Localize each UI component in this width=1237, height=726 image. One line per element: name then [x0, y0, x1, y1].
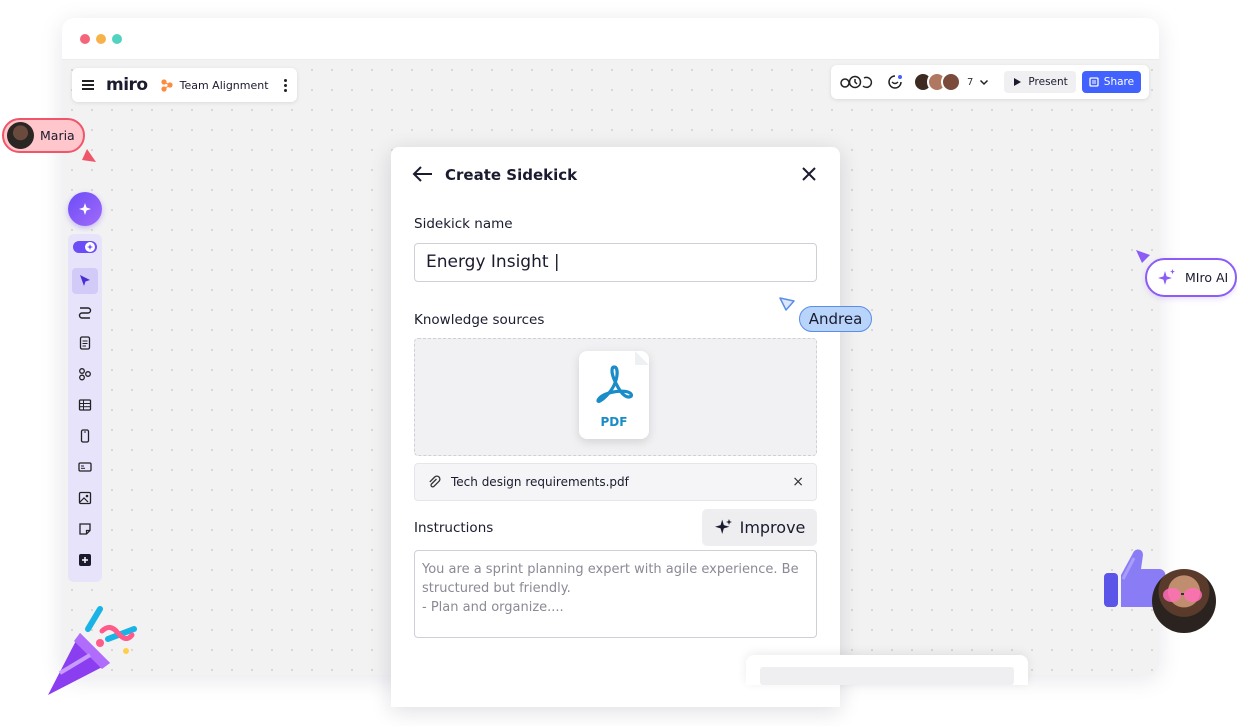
board-name[interactable]: Team Alignment: [180, 79, 269, 92]
table-tool[interactable]: [72, 392, 98, 418]
pdf-label: PDF: [600, 415, 628, 429]
paperclip-icon: [429, 475, 441, 488]
window-maximize-dot[interactable]: [112, 34, 122, 44]
chevron-down-icon[interactable]: [978, 76, 990, 88]
dialog-title: Create Sidekick: [445, 166, 578, 184]
present-button[interactable]: Present: [1004, 71, 1076, 93]
close-icon[interactable]: [800, 165, 818, 183]
sticky-note-tool[interactable]: [72, 516, 98, 542]
share-icon: [1089, 77, 1099, 87]
image-icon: [78, 491, 92, 505]
cursor-name-andrea: Andrea: [808, 310, 863, 328]
pdf-file-card: PDF: [579, 351, 649, 439]
pdf-icon: [596, 365, 633, 403]
diagram-tool[interactable]: [72, 361, 98, 387]
sidekick-name-label: Sidekick name: [414, 216, 513, 232]
ai-assistant-button[interactable]: [68, 192, 102, 226]
improve-button[interactable]: Improve: [702, 509, 817, 546]
avatar: [941, 72, 961, 92]
cursor-tag-miro-ai: MIro AI: [1145, 258, 1237, 297]
play-icon: [1014, 78, 1022, 86]
knowledge-dropzone[interactable]: PDF: [414, 338, 817, 456]
sparkle-icon: [1158, 268, 1175, 285]
sidekick-name-input[interactable]: Energy Insight |: [414, 243, 817, 282]
frame-tool[interactable]: [72, 423, 98, 449]
present-label: Present: [1028, 76, 1068, 88]
attached-file: Tech design requirements.pdf ×: [414, 463, 817, 501]
board-header: miro Team Alignment: [72, 68, 297, 102]
sunglasses-icon: [1163, 588, 1202, 602]
remove-file-button[interactable]: ×: [792, 474, 804, 490]
cursor-name-maria: Maria: [40, 128, 75, 143]
miro-logo: miro: [106, 75, 148, 95]
frame-icon: [80, 429, 90, 443]
avatar-count: 7: [967, 76, 974, 88]
plus-icon: [79, 554, 91, 566]
share-button[interactable]: Share: [1081, 71, 1142, 93]
window-titlebar: [62, 18, 1159, 60]
arrow-left-icon[interactable]: [412, 165, 434, 183]
sparkle-icon: [714, 518, 732, 534]
card-icon: [78, 462, 92, 472]
create-sidekick-dialog: Create Sidekick Sidekick name Energy Ins…: [391, 147, 840, 707]
knowledge-sources-label: Knowledge sources: [414, 312, 545, 328]
party-popper-icon: [48, 606, 137, 695]
card-tool[interactable]: [72, 454, 98, 480]
cursor-tag-maria: Maria: [2, 118, 85, 153]
select-tool[interactable]: [72, 268, 98, 294]
table-icon: [78, 399, 92, 411]
diagram-icon: [79, 368, 91, 381]
window-close-dot[interactable]: [80, 34, 90, 44]
window-minimize-dot[interactable]: [96, 34, 106, 44]
reactions-icon[interactable]: [887, 74, 903, 90]
page-corner-icon: [635, 351, 649, 365]
collaborator-avatars[interactable]: 7: [913, 72, 990, 92]
more-tools-button[interactable]: [72, 547, 98, 573]
instructions-label: Instructions: [414, 520, 494, 536]
toggle-icon: [73, 241, 97, 253]
kebab-icon[interactable]: [284, 78, 287, 92]
cursor-name-miro-ai: MIro AI: [1185, 270, 1229, 285]
sticky-note-icon: [79, 523, 91, 535]
cursor-pointer-icon: [82, 149, 96, 162]
sparkle-icon: [79, 203, 91, 215]
improve-label: Improve: [739, 518, 806, 537]
cursor-tag-andrea: Andrea: [799, 306, 872, 332]
image-tool[interactable]: [72, 485, 98, 511]
connector-tool[interactable]: [72, 299, 98, 325]
creation-toolbar: [68, 234, 102, 582]
connector-icon: [78, 307, 92, 319]
avatar: [7, 122, 34, 149]
collaboration-bar: 7 Present Share: [831, 65, 1149, 99]
ai-toggle[interactable]: [72, 234, 98, 260]
hamburger-icon[interactable]: [82, 80, 94, 90]
file-name: Tech design requirements.pdf: [451, 475, 629, 489]
background-card: [746, 655, 1028, 685]
timer-icon[interactable]: [839, 74, 873, 90]
doc-tool[interactable]: [72, 330, 98, 356]
instructions-textarea[interactable]: You are a sprint planning expert with ag…: [414, 550, 817, 638]
doc-icon: [79, 336, 91, 350]
board-icon: [161, 79, 173, 92]
cursor-pointer-icon: [779, 297, 795, 311]
cursor-icon: [80, 275, 90, 286]
share-label: Share: [1103, 76, 1135, 88]
